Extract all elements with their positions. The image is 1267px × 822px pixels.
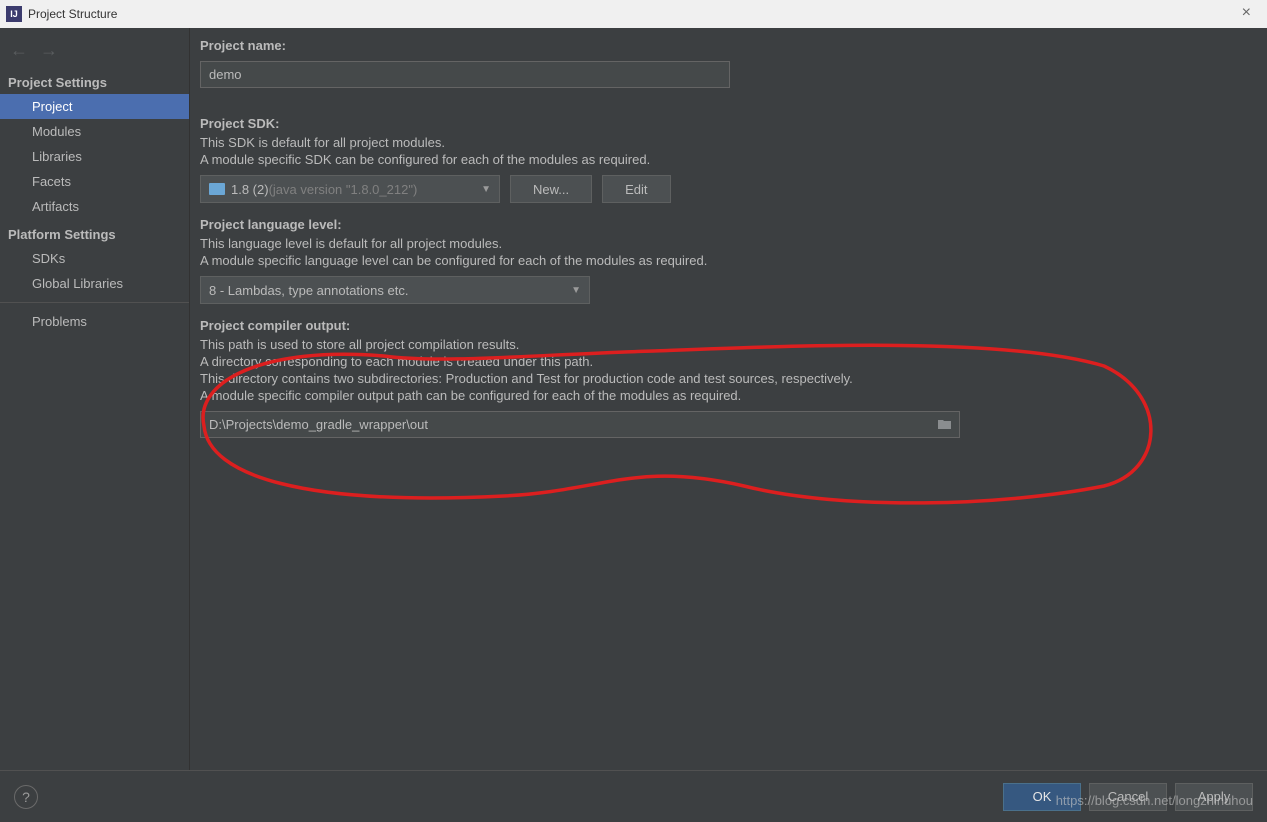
language-level-value: 8 - Lambdas, type annotations etc. <box>209 283 408 298</box>
folder-open-icon[interactable] <box>937 418 953 431</box>
project-name-input[interactable] <box>200 61 730 88</box>
language-level-combo[interactable]: 8 - Lambdas, type annotations etc. ▼ <box>200 276 590 304</box>
window-title: Project Structure <box>28 7 117 21</box>
compiler-output-desc1: This path is used to store all project c… <box>200 337 1247 352</box>
language-level-section: Project language level: This language le… <box>200 217 1247 304</box>
app-icon: IJ <box>6 6 22 22</box>
project-name-label: Project name: <box>200 38 1247 53</box>
main-panel: Project name: Project SDK: This SDK is d… <box>190 28 1267 770</box>
project-sdk-label: Project SDK: <box>200 116 1247 131</box>
sidebar-separator <box>0 302 189 303</box>
sdk-folder-icon <box>209 183 225 195</box>
sidebar-item-sdks[interactable]: SDKs <box>0 246 189 271</box>
compiler-output-value: D:\Projects\demo_gradle_wrapper\out <box>209 417 937 432</box>
project-sdk-desc2: A module specific SDK can be configured … <box>200 152 1247 167</box>
compiler-output-section: Project compiler output: This path is us… <box>200 318 1247 438</box>
sdk-value: 1.8 (2) <box>231 182 269 197</box>
back-arrow-icon[interactable]: ← <box>10 40 28 61</box>
sidebar-item-project[interactable]: Project <box>0 94 189 119</box>
compiler-output-desc2: A directory corresponding to each module… <box>200 354 1247 369</box>
sidebar-item-modules[interactable]: Modules <box>0 119 189 144</box>
section-project-settings: Project Settings <box>0 67 189 94</box>
sidebar-item-global-libraries[interactable]: Global Libraries <box>0 271 189 296</box>
compiler-output-desc3: This directory contains two subdirectori… <box>200 371 1247 386</box>
chevron-down-icon: ▼ <box>481 184 491 195</box>
help-button[interactable]: ? <box>14 785 38 809</box>
content-area: ← → Project Settings Project Modules Lib… <box>0 28 1267 770</box>
bottom-bar: ? OK Cancel Apply <box>0 770 1267 822</box>
close-icon[interactable]: × <box>1236 4 1257 22</box>
ok-button[interactable]: OK <box>1003 783 1081 811</box>
sidebar: ← → Project Settings Project Modules Lib… <box>0 28 190 770</box>
sidebar-item-artifacts[interactable]: Artifacts <box>0 194 189 219</box>
language-level-desc1: This language level is default for all p… <box>200 236 1247 251</box>
sidebar-item-libraries[interactable]: Libraries <box>0 144 189 169</box>
titlebar: IJ Project Structure × <box>0 0 1267 28</box>
sdk-value-suffix: (java version "1.8.0_212") <box>269 182 418 197</box>
compiler-output-input[interactable]: D:\Projects\demo_gradle_wrapper\out <box>200 411 960 438</box>
project-sdk-section: Project SDK: This SDK is default for all… <box>200 116 1247 203</box>
language-level-label: Project language level: <box>200 217 1247 232</box>
chevron-down-icon: ▼ <box>571 285 581 296</box>
sidebar-item-facets[interactable]: Facets <box>0 169 189 194</box>
sdk-edit-button[interactable]: Edit <box>602 175 670 203</box>
apply-button[interactable]: Apply <box>1175 783 1253 811</box>
forward-arrow-icon[interactable]: → <box>40 40 58 61</box>
project-name-section: Project name: <box>200 38 1247 102</box>
section-platform-settings: Platform Settings <box>0 219 189 246</box>
sidebar-item-problems[interactable]: Problems <box>0 309 189 334</box>
project-sdk-combo[interactable]: 1.8 (2) (java version "1.8.0_212") ▼ <box>200 175 500 203</box>
language-level-desc2: A module specific language level can be … <box>200 253 1247 268</box>
nav-arrows: ← → <box>0 34 189 67</box>
cancel-button[interactable]: Cancel <box>1089 783 1167 811</box>
compiler-output-desc4: A module specific compiler output path c… <box>200 388 1247 403</box>
project-sdk-desc1: This SDK is default for all project modu… <box>200 135 1247 150</box>
compiler-output-label: Project compiler output: <box>200 318 1247 333</box>
sdk-new-button[interactable]: New... <box>510 175 592 203</box>
